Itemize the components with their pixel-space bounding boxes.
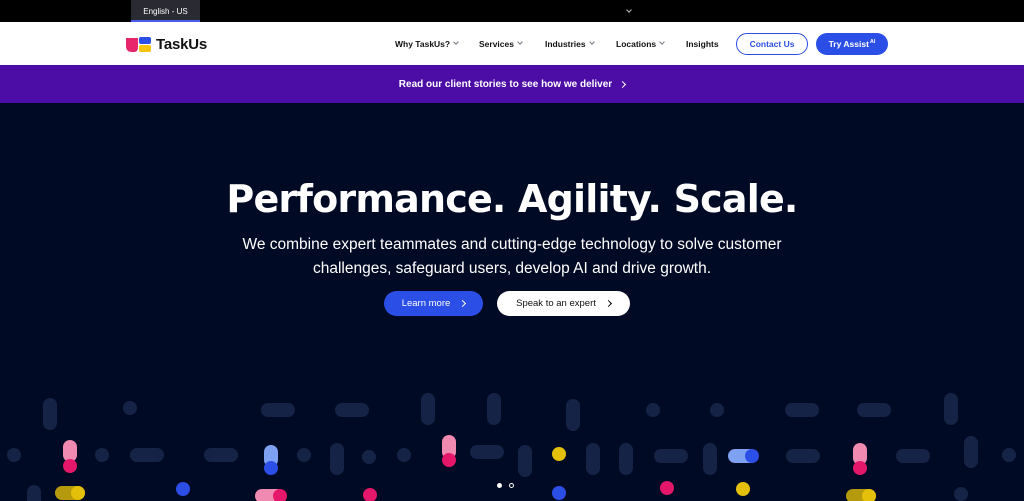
pattern-pill [518, 445, 532, 477]
chevron-right-icon [604, 299, 612, 308]
nav-item-services[interactable]: Services [479, 22, 523, 65]
pattern-pill [470, 445, 504, 459]
pattern-dot [736, 482, 750, 496]
utility-link-about-us[interactable]: About Us [557, 0, 632, 22]
speak-to-expert-button[interactable]: Speak to an expert [497, 291, 630, 316]
pattern-dot [710, 403, 724, 417]
pattern-dot [646, 403, 660, 417]
pattern-pill [586, 443, 600, 475]
chevron-right-icon [619, 80, 627, 88]
learn-more-button[interactable]: Learn more [384, 291, 483, 316]
brand-name: TaskUs [156, 35, 208, 53]
pattern-dot [176, 482, 190, 496]
pattern-pill [619, 443, 633, 475]
pattern-dot [63, 459, 77, 473]
try-assist-label: Try Assist [828, 39, 869, 49]
pattern-pill [261, 403, 295, 417]
utility-link-label: Careers [621, 2, 678, 19]
pattern-pill [896, 449, 930, 463]
banner-text: Read our client stories to see how we de… [398, 78, 613, 90]
pattern-dot [123, 401, 137, 415]
pattern-pill [703, 443, 717, 475]
utility-link-careers[interactable]: Careers [621, 0, 678, 22]
pattern-dot [273, 489, 287, 501]
pattern-dot [7, 448, 21, 462]
pattern-dot [297, 448, 311, 462]
pattern-dot [363, 488, 377, 501]
chevron-right-icon [459, 299, 467, 308]
try-assist-button[interactable]: Try Assist AI [816, 33, 888, 55]
nav-item-insights[interactable]: Insights [686, 22, 719, 65]
nav-item-label: Services [479, 38, 514, 49]
pattern-pill [421, 393, 435, 425]
pattern-pill [204, 448, 238, 462]
chevron-down-icon [517, 39, 523, 45]
pattern-pill [27, 485, 41, 501]
pattern-dot [862, 489, 876, 501]
chevron-down-icon [453, 39, 459, 45]
pattern-dot [853, 461, 867, 475]
utility-bar: English - US About Us Careers Investor R… [0, 0, 1024, 22]
pattern-pill [330, 443, 344, 475]
carousel-dot-2[interactable] [509, 483, 514, 488]
taskus-logo-icon [126, 37, 151, 52]
learn-more-label: Learn more [401, 298, 451, 309]
nav-item-label: Insights [686, 38, 719, 49]
utility-link-label: About Us [557, 2, 623, 19]
nav-item-locations[interactable]: Locations [616, 22, 665, 65]
utility-link-security-concerns[interactable]: Security Concerns? [764, 0, 904, 22]
nav-item-label: Industries [545, 38, 586, 49]
pattern-pill [487, 393, 501, 425]
pattern-pill [786, 449, 820, 463]
hero-headline: Performance. Agility. Scale. [226, 177, 798, 221]
pattern-pill [130, 448, 164, 462]
language-selector[interactable]: English - US [131, 0, 200, 22]
nav-item-why-taskus[interactable]: Why TaskUs? [395, 22, 459, 65]
pattern-dot [71, 486, 85, 500]
brand-logo[interactable]: TaskUs [126, 34, 207, 54]
nav-item-industries[interactable]: Industries [545, 22, 595, 65]
pattern-pill [335, 403, 369, 417]
pattern-pill [566, 399, 580, 431]
pattern-pill [944, 393, 958, 425]
pattern-pill [785, 403, 819, 417]
nav-item-label: Locations [616, 38, 657, 49]
pattern-dot [745, 449, 759, 463]
chevron-down-icon [659, 39, 665, 45]
client-stories-banner[interactable]: Read our client stories to see how we de… [0, 65, 1024, 103]
pattern-pill [964, 436, 978, 468]
speak-to-expert-label: Speak to an expert [516, 298, 596, 309]
utility-link-label: Security Concerns? [764, 2, 904, 19]
pattern-dot [1002, 448, 1016, 462]
contact-us-button[interactable]: Contact Us [736, 33, 808, 55]
pattern-pill [654, 449, 688, 463]
pattern-dot [442, 453, 456, 467]
pattern-dot [397, 448, 411, 462]
pattern-dot [95, 448, 109, 462]
language-label: English - US [143, 6, 188, 16]
ai-superscript: AI [869, 38, 876, 45]
pattern-pill [857, 403, 891, 417]
nav-item-label: Why TaskUs? [395, 38, 451, 49]
carousel-dot-1[interactable] [497, 483, 502, 488]
pattern-dot [552, 486, 566, 500]
pattern-dot [954, 487, 968, 501]
pattern-dot [552, 447, 566, 461]
pattern-dot [264, 461, 278, 475]
pattern-dot [660, 481, 674, 495]
pattern-dot [362, 450, 376, 464]
chevron-down-icon [588, 39, 595, 45]
pattern-pill [43, 398, 57, 430]
hero-subtitle: We combine expert teammates and cutting-… [242, 236, 782, 277]
hero-section: Performance. Agility. Scale. We combine … [0, 103, 1024, 501]
